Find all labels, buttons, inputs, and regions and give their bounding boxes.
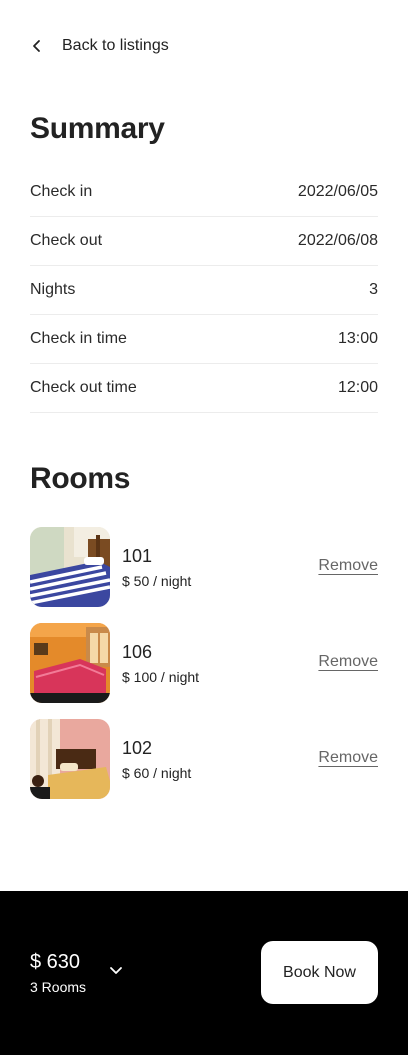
summary-row-check-out-time: Check out time 12:00	[30, 364, 378, 413]
room-item: 101 $ 50 / night Remove	[30, 527, 378, 607]
room-photo	[30, 527, 110, 607]
room-price: $ 60 / night	[122, 764, 192, 781]
remove-room-button[interactable]: Remove	[318, 557, 378, 575]
room-name: 106	[122, 641, 153, 662]
summary-value: 13:00	[337, 330, 378, 347]
back-to-listings-link[interactable]: Back to listings	[30, 34, 169, 58]
room-price: $ 50 / night	[122, 572, 192, 589]
bedroom-photo-icon	[30, 719, 110, 799]
summary-value: 12:00	[337, 379, 378, 396]
total-price: $ 630	[30, 951, 81, 973]
room-price: $ 100 / night	[122, 668, 200, 685]
room-photo	[30, 623, 110, 703]
summary-row-check-out: Check out 2022/06/08	[30, 217, 378, 266]
bedroom-photo-icon	[30, 623, 110, 703]
booking-footer: $ 630 3 Rooms Book Now	[0, 891, 408, 1055]
chevron-down-icon[interactable]	[108, 965, 124, 977]
summary-row-nights: Nights 3	[30, 266, 378, 315]
summary-label: Check out time	[30, 379, 137, 396]
summary-label: Check out	[30, 232, 103, 249]
back-link-label: Back to listings	[62, 37, 169, 54]
room-name: 102	[122, 737, 153, 758]
summary-list: Check in 2022/06/05 Check out 2022/06/08…	[30, 168, 378, 413]
room-count: 3 Rooms	[30, 979, 87, 995]
rooms-title: Rooms	[30, 462, 131, 495]
summary-value: 2022/06/08	[297, 232, 378, 249]
chevron-left-icon	[33, 40, 40, 52]
book-now-button[interactable]: Book Now	[261, 941, 378, 1004]
room-item: 102 $ 60 / night Remove	[30, 719, 378, 799]
summary-value: 2022/06/05	[297, 183, 378, 200]
summary-row-check-in-time: Check in time 13:00	[30, 315, 378, 364]
summary-label: Check in time	[30, 330, 127, 347]
summary-label: Check in	[30, 183, 93, 200]
summary-row-check-in: Check in 2022/06/05	[30, 168, 378, 217]
summary-value: 3	[369, 281, 378, 298]
remove-room-button[interactable]: Remove	[318, 749, 378, 767]
rooms-list: 101 $ 50 / night Remove 106 $ 100 / nigh…	[30, 527, 378, 815]
room-name: 101	[122, 545, 153, 566]
room-item: 106 $ 100 / night Remove	[30, 623, 378, 703]
room-photo	[30, 719, 110, 799]
remove-room-button[interactable]: Remove	[318, 653, 378, 671]
summary-title: Summary	[30, 112, 165, 145]
bedroom-photo-icon	[30, 527, 110, 607]
summary-label: Nights	[30, 281, 76, 298]
